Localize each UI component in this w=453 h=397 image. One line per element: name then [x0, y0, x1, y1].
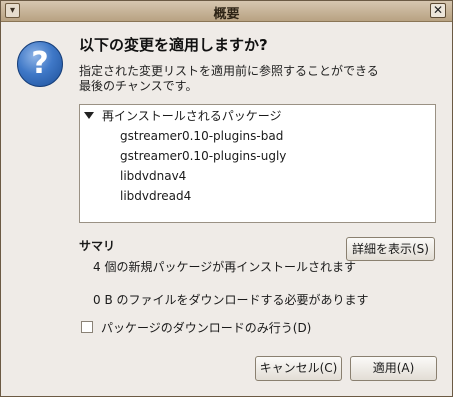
changes-tree[interactable]: 再インストールされるパッケージ gstreamer0.10-plugins-ba…: [79, 104, 436, 223]
title-bar[interactable]: ▾ 概要 ✕: [1, 1, 452, 22]
dialog-heading: 以下の変更を適用しますか?: [79, 36, 268, 54]
question-icon: ?: [17, 41, 63, 87]
cancel-button[interactable]: キャンセル(C): [255, 356, 342, 381]
tree-item[interactable]: gstreamer0.10-plugins-ugly: [120, 147, 286, 165]
tree-group-label: 再インストールされるパッケージ: [102, 109, 282, 123]
tree-group-reinstall[interactable]: 再インストールされるパッケージ: [84, 107, 282, 125]
window-title: 概要: [213, 7, 240, 22]
tree-item[interactable]: libdvdread4: [120, 187, 191, 205]
summary-download-size: 0 B のファイルをダウンロードする必要があります: [93, 293, 369, 307]
dialog-description: 指定された変更リストを適用前に参照することができる最後のチャンスです。: [79, 64, 379, 93]
summary-reinstall-count: 4 個の新規パッケージが再インストールされます: [93, 260, 356, 274]
show-details-button[interactable]: 詳細を表示(S): [346, 237, 435, 261]
dialog-window: ▾ 概要 ✕ ? 以下の変更を適用しますか? 指定された変更リストを適用前に参照…: [0, 0, 453, 397]
apply-button[interactable]: 適用(A): [350, 356, 437, 381]
download-only-checkbox[interactable]: [81, 321, 93, 333]
expander-arrow-icon[interactable]: [84, 112, 94, 119]
tree-item[interactable]: libdvdnav4: [120, 167, 186, 185]
summary-title: サマリ: [79, 239, 116, 253]
download-only-label[interactable]: パッケージのダウンロードのみ行う(D): [101, 319, 311, 336]
tree-item[interactable]: gstreamer0.10-plugins-bad: [120, 127, 283, 145]
close-icon[interactable]: ✕: [430, 3, 446, 18]
